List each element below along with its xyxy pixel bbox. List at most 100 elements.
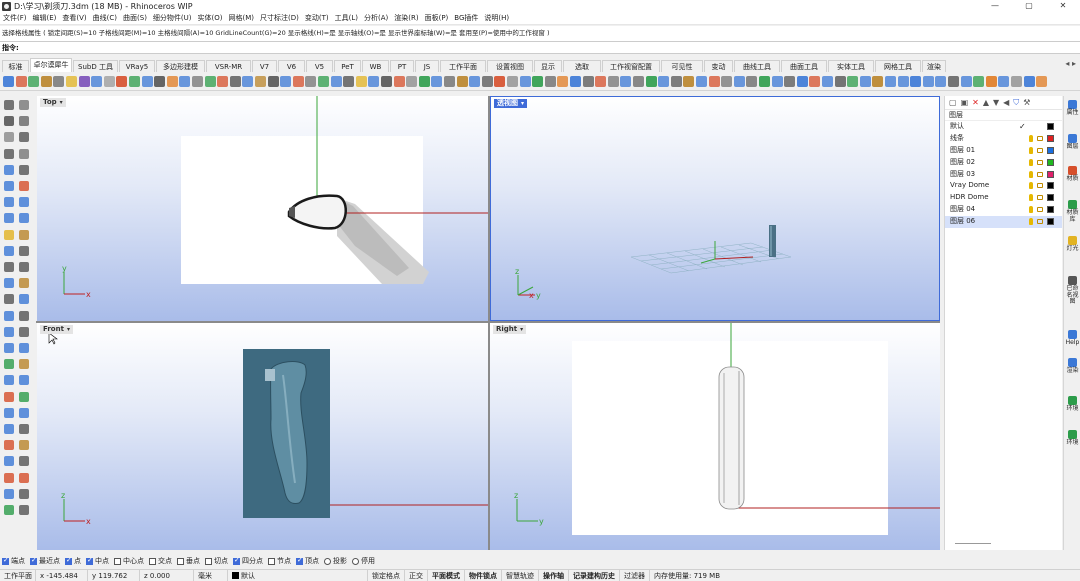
layer-row[interactable]: HDR Dome [945,192,1062,204]
toolbar-tool-icon[interactable] [406,76,418,87]
osnap-checkbox[interactable] [205,557,212,565]
osnap-option[interactable]: 最近点 [30,556,60,566]
left-tool-icon[interactable] [4,278,14,289]
toolbar-tool-icon[interactable] [620,76,632,87]
osnap-option[interactable]: 端点 [2,556,25,566]
toolbar-tool-icon[interactable] [897,76,909,87]
toolbar-tool-icon[interactable] [507,76,518,87]
toolbar-tool-icon[interactable] [935,76,947,87]
panel-scrollbar[interactable] [955,543,991,544]
layer-visibility-icon[interactable] [1029,194,1033,202]
viewport-splitter-horizontal[interactable] [36,321,940,323]
osnap-checkbox[interactable] [86,556,93,565]
toolbar-tool-icon[interactable] [696,76,707,87]
left-tool-icon[interactable] [19,132,29,143]
left-tool-icon[interactable] [19,181,29,191]
status-layer[interactable]: 默认 [228,569,368,581]
layer-visibility-icon[interactable] [1029,170,1033,178]
menu-item[interactable]: 实体(O) [198,13,223,23]
left-tool-icon[interactable] [4,181,14,191]
toolbar-tab[interactable]: 标准 [2,60,29,72]
status-toggle[interactable]: 物件锁点 [465,569,502,581]
toolbar-tool-icon[interactable] [444,76,455,87]
toolbar-tab[interactable]: V6 [278,60,305,72]
menu-item[interactable]: 渲染(R) [394,13,418,23]
viewport-front[interactable]: z x Front ▾ [37,323,488,550]
left-tool-icon[interactable] [4,326,14,337]
osnap-checkbox[interactable] [233,556,240,565]
panel-tab[interactable]: 灯光 [1065,236,1080,253]
left-tool-icon[interactable] [19,164,29,175]
left-tool-icon[interactable] [4,262,14,272]
toolbar-tool-icon[interactable] [318,76,329,87]
left-tool-icon[interactable] [4,100,14,110]
osnap-option[interactable]: 点 [65,556,81,566]
toolbar-tool-icon[interactable] [217,76,229,87]
toolbar-tool-icon[interactable] [607,76,619,87]
layer-lock-icon[interactable] [1037,195,1043,201]
toolbar-tool-icon[interactable] [393,76,405,87]
left-tool-icon[interactable] [19,440,29,451]
toolbar-tool-icon[interactable] [721,76,733,87]
layer-visibility-icon[interactable] [1029,146,1033,154]
toolbar-tool-icon[interactable] [255,76,266,87]
osnap-option[interactable]: 切点 [205,556,228,566]
layer-lock-icon[interactable] [1037,207,1043,213]
toolbar-tool-icon[interactable] [834,76,846,87]
toolbar-tab[interactable]: 曲面工具 [781,60,827,72]
toolbar-tool-icon[interactable] [973,76,985,87]
viewport-perspective[interactable]: z x y 透视图 ▾ [490,96,940,321]
left-tool-icon[interactable] [19,407,29,418]
minimize-button[interactable]: — [978,0,1012,12]
toolbar-tool-icon[interactable] [78,76,90,87]
menu-item[interactable]: 查看(V) [62,13,86,23]
menu-item[interactable]: 变动(T) [305,13,329,23]
left-tool-icon[interactable] [4,424,14,434]
move-up-icon[interactable]: ▲ [983,98,989,107]
command-input[interactable] [20,43,821,52]
osnap-checkbox[interactable] [177,557,184,565]
toolbar-tool-icon[interactable] [771,76,783,87]
tab-scroll-arrows-icon[interactable]: ◂ ▸ [1065,59,1076,68]
toolbar-tool-icon[interactable] [670,76,682,87]
toolbar-tool-icon[interactable] [985,76,997,87]
toolbar-tool-icon[interactable] [179,76,191,87]
menu-item[interactable]: 网格(M) [229,13,255,23]
new-sublayer-icon[interactable]: ▣ [961,98,969,107]
toolbar-tool-icon[interactable] [267,76,279,87]
toolbar-tool-icon[interactable] [292,76,304,87]
toolbar-tab[interactable]: SubD 工具 [73,60,118,72]
panel-tab[interactable]: 材质 [1065,166,1080,183]
left-tool-icon[interactable] [19,229,29,240]
layer-lock-icon[interactable] [1037,183,1043,189]
status-toggle[interactable]: 锁定格点 [368,569,405,581]
left-tool-icon[interactable] [4,116,14,127]
toolbar-tool-icon[interactable] [192,76,203,87]
layer-color-swatch[interactable] [1047,206,1054,214]
toolbar-tool-icon[interactable] [368,76,380,87]
osnap-checkbox[interactable] [30,556,37,565]
status-cplane[interactable]: 工作平面 [0,569,36,581]
move-left-icon[interactable]: ◀ [1003,98,1009,107]
toolbar-tool-icon[interactable] [154,76,166,87]
left-tool-icon[interactable] [4,229,14,240]
left-tool-icon[interactable] [19,359,29,370]
toolbar-tab[interactable]: 曲线工具 [734,60,780,72]
layer-color-swatch[interactable] [1047,123,1054,130]
toolbar-tool-icon[interactable] [784,76,796,87]
osnap-option[interactable]: 垂点 [177,556,200,566]
panel-tab[interactable]: 渲染 [1065,358,1080,375]
left-tool-icon[interactable] [4,375,14,386]
toolbar-tab[interactable]: 多边形建模 [156,60,205,72]
left-tool-icon[interactable] [19,294,29,305]
menu-item[interactable]: 编辑(E) [33,13,57,23]
left-tool-icon[interactable] [4,472,14,483]
menu-item[interactable]: 面板(P) [425,13,449,23]
left-tool-icon[interactable] [19,326,29,337]
layer-row[interactable]: 图层 03 [945,169,1062,181]
layer-row[interactable]: 图层 02 [945,157,1062,169]
toolbar-tool-icon[interactable] [733,76,745,87]
left-tool-icon[interactable] [4,407,14,418]
menu-item[interactable]: BG插件 [454,13,478,23]
layer-color-swatch[interactable] [1047,158,1054,166]
